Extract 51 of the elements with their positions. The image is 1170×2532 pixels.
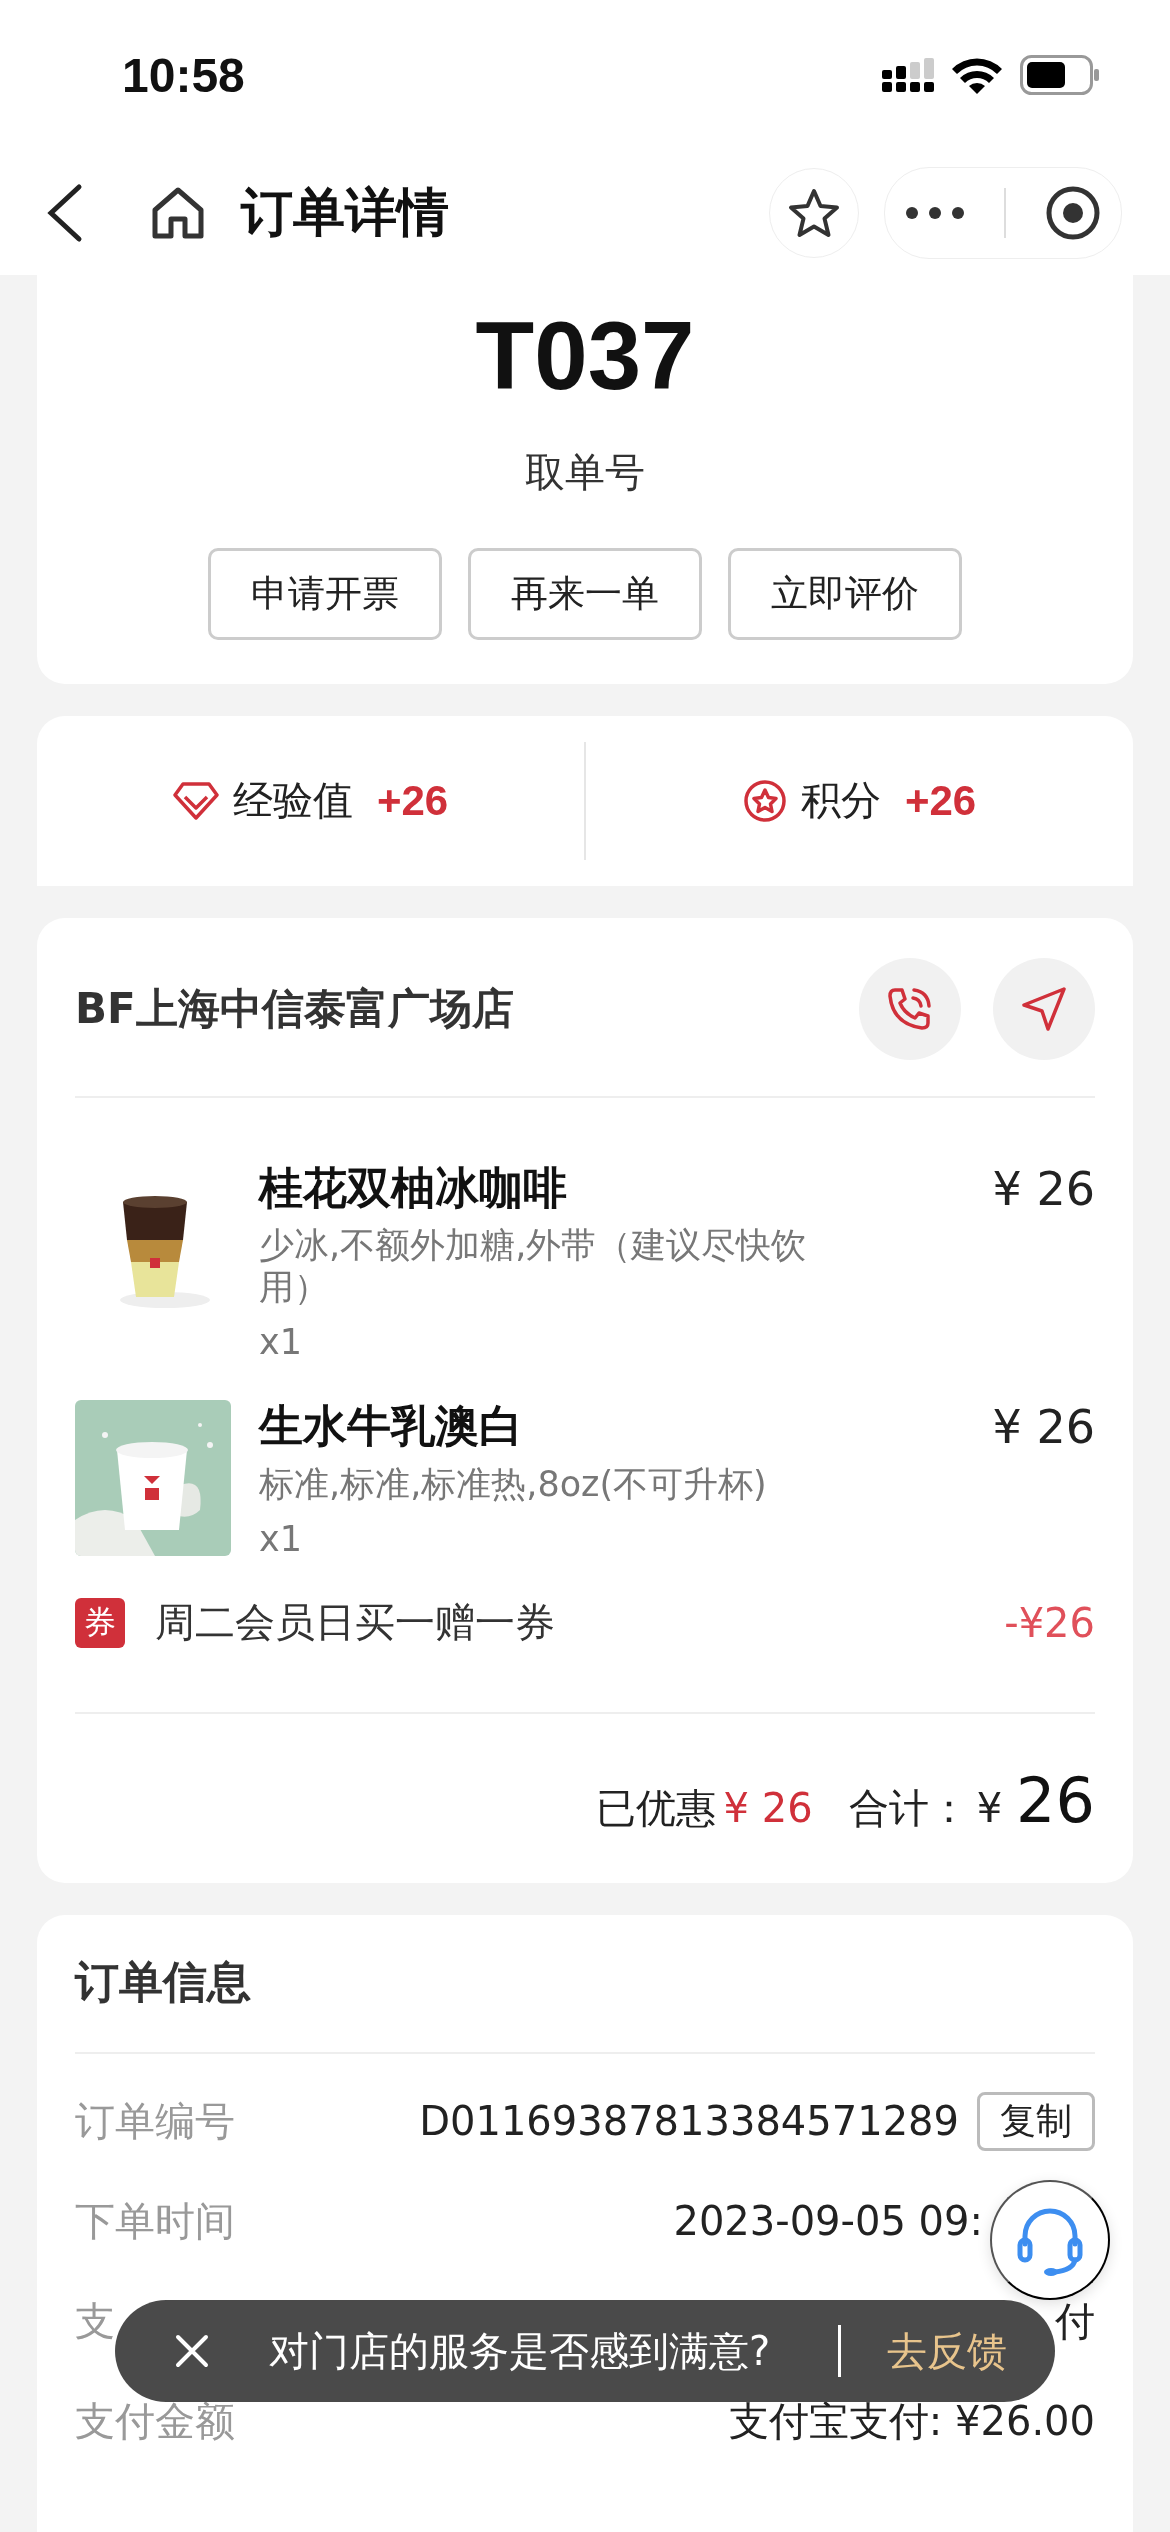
pickup-label: 取单号 xyxy=(525,447,645,497)
page-title: 订单详情 xyxy=(241,180,450,244)
currency-symbol: ¥ xyxy=(976,1785,1003,1832)
coupon-name: 周二会员日买一赠一券 xyxy=(155,1598,556,1648)
pickup-number: T037 xyxy=(475,303,695,409)
action-button[interactable]: 再来一单 xyxy=(468,547,702,640)
feedback-link[interactable]: 去反馈 xyxy=(887,2323,1008,2379)
total-label: 合计： xyxy=(848,1784,969,1834)
star-icon xyxy=(787,186,841,239)
more-icon[interactable] xyxy=(904,205,965,220)
reward-value: +26 xyxy=(376,776,449,825)
info-value: 付 xyxy=(1055,2296,1095,2346)
product-quantity: x1 xyxy=(259,1322,303,1363)
signal-icon xyxy=(882,58,934,92)
store-name: BF上海中信泰富广场店 xyxy=(75,982,514,1035)
close-app-icon[interactable] xyxy=(1045,184,1102,241)
toast-message: 对门店的服务是否感到满意? xyxy=(269,2326,771,2376)
info-value: D01169387813384571289 xyxy=(419,2098,959,2145)
close-icon[interactable] xyxy=(175,2334,209,2368)
info-label: 支付金额 xyxy=(75,2396,235,2446)
navigation-arrow-icon xyxy=(1020,984,1068,1033)
product-options: 少冰,不额外加糖,外带（建议尽快饮用） xyxy=(259,1224,859,1309)
info-label: 下单时间 xyxy=(75,2196,235,2246)
reward-value: +26 xyxy=(904,776,977,825)
info-value: 支付宝支付: ¥26.00 xyxy=(728,2396,1095,2446)
discount-label: 已优惠 xyxy=(595,1784,716,1834)
copy-button[interactable]: 复制 xyxy=(977,2091,1095,2151)
star-badge-icon xyxy=(742,778,787,823)
wifi-icon xyxy=(952,56,1002,94)
product-price: ¥ 26 xyxy=(992,1400,1095,1455)
diamond-icon xyxy=(172,780,219,821)
info-label: 支 xyxy=(75,2296,115,2346)
info-label: 订单编号 xyxy=(75,2096,235,2146)
coupon-badge: 券 xyxy=(75,1597,125,1648)
section-title: 订单信息 xyxy=(75,1953,1095,2055)
product-price: ¥ 26 xyxy=(992,1161,1095,1216)
status-time: 10:58 xyxy=(122,47,245,103)
battery-icon xyxy=(1020,55,1100,95)
product-name: 生水牛乳澳白 xyxy=(259,1400,524,1454)
coupon-amount: -¥26 xyxy=(1004,1599,1095,1646)
reward-label: 积分 xyxy=(800,776,881,826)
product-options: 标准,标准,标准热,8oz(不可升杯) xyxy=(259,1463,859,1506)
discount-amount: ¥ 26 xyxy=(723,1785,813,1832)
info-value: 2023-09-05 09: xyxy=(673,2198,983,2245)
product-quantity: x1 xyxy=(259,1519,303,1560)
total-amount: 26 xyxy=(1016,1764,1095,1838)
home-icon[interactable] xyxy=(150,184,206,241)
product-name: 桂花双柚冰咖啡 xyxy=(259,1161,568,1215)
action-button[interactable]: 申请开票 xyxy=(208,547,442,640)
reward-label: 经验值 xyxy=(232,776,353,826)
action-button[interactable]: 立即评价 xyxy=(728,547,962,640)
